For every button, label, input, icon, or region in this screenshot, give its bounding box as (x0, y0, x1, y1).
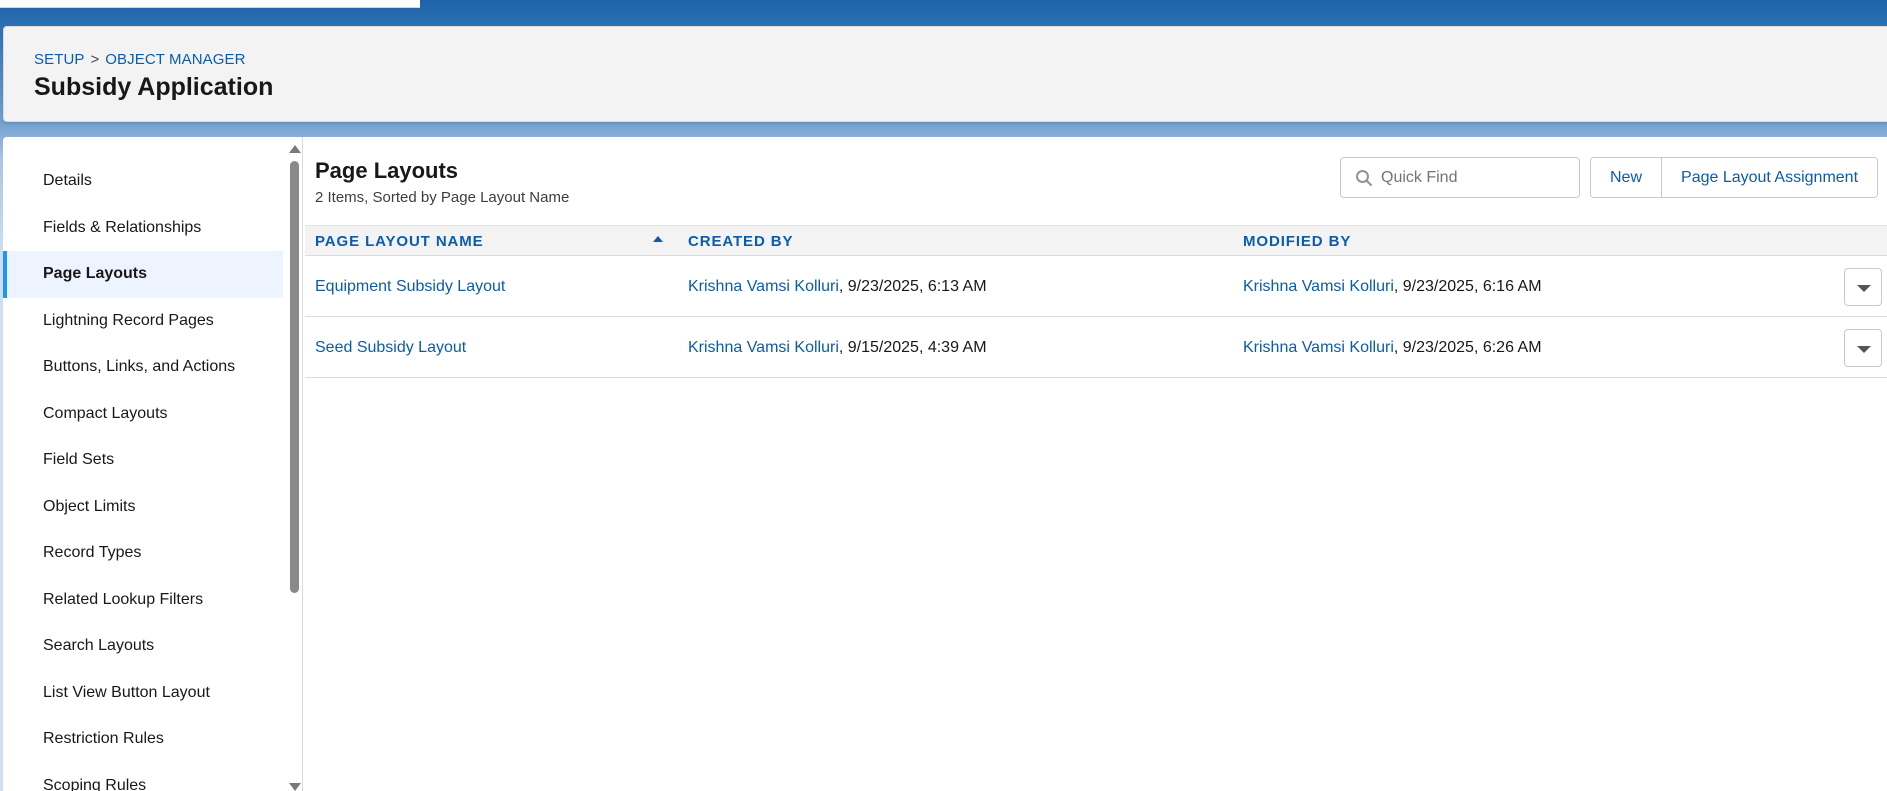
chevron-down-icon (1857, 346, 1871, 353)
section-title: Page Layouts (315, 158, 459, 183)
sidebar-item-field-sets[interactable]: Field Sets (3, 437, 283, 484)
created-by-user-link[interactable]: Krishna Vamsi Kolluri (688, 278, 839, 295)
breadcrumb-setup-link[interactable]: SETUP (34, 51, 85, 68)
modified-by-user-link[interactable]: Krishna Vamsi Kolluri (1243, 339, 1394, 356)
sidebar-item-record-types[interactable]: Record Types (3, 530, 283, 577)
sidebar-item-restriction-rules[interactable]: Restriction Rules (3, 716, 283, 763)
created-by-user-link[interactable]: Krishna Vamsi Kolluri (688, 339, 839, 356)
scroll-thumb[interactable] (290, 161, 299, 593)
modified-by-cell: Krishna Vamsi Kolluri, 9/23/2025, 6:26 A… (1243, 317, 1542, 378)
layout-name-link[interactable]: Seed Subsidy Layout (315, 339, 466, 356)
sidebar-item-compact-layouts[interactable]: Compact Layouts (3, 391, 283, 438)
sidebar-list: Details Fields & Relationships Page Layo… (3, 137, 302, 791)
breadcrumb-separator: > (90, 51, 100, 68)
content-card: Details Fields & Relationships Page Layo… (3, 137, 1887, 791)
layout-name-cell: Equipment Subsidy Layout (315, 256, 505, 317)
breadcrumb: SETUP > OBJECT MANAGER (34, 51, 246, 68)
created-date: , 9/15/2025, 4:39 AM (838, 339, 987, 356)
browser-top-strip (0, 0, 420, 8)
header-button-group: New Page Layout Assignment (1590, 157, 1879, 198)
new-button[interactable]: New (1591, 158, 1662, 197)
sidebar-item-scoping-rules[interactable]: Scoping Rules (3, 763, 283, 791)
quick-find-box[interactable] (1340, 157, 1580, 198)
sidebar-item-related-lookup-filters[interactable]: Related Lookup Filters (3, 577, 283, 624)
sidebar-item-lightning-record-pages[interactable]: Lightning Record Pages (3, 298, 283, 345)
sidebar-scrollbar[interactable] (286, 137, 302, 791)
search-icon (1355, 169, 1373, 187)
quick-find-input[interactable] (1381, 168, 1561, 187)
row-actions-button[interactable] (1844, 268, 1882, 306)
layout-name-link[interactable]: Equipment Subsidy Layout (315, 278, 505, 295)
page-layouts-panel: Page Layouts 2 Items, Sorted by Page Lay… (305, 137, 1887, 791)
layout-name-cell: Seed Subsidy Layout (315, 317, 466, 378)
created-date: , 9/23/2025, 6:13 AM (838, 278, 987, 295)
item-count-summary: 2 Items, Sorted by Page Layout Name (315, 189, 570, 206)
sidebar-item-object-limits[interactable]: Object Limits (3, 484, 283, 531)
page-title: Subsidy Application (34, 73, 274, 101)
sidebar-item-details[interactable]: Details (3, 158, 283, 205)
modified-date: , 9/23/2025, 6:16 AM (1393, 278, 1542, 295)
sort-ascending-icon[interactable] (653, 236, 663, 242)
modified-by-user-link[interactable]: Krishna Vamsi Kolluri (1243, 278, 1394, 295)
modified-by-cell: Krishna Vamsi Kolluri, 9/23/2025, 6:16 A… (1243, 256, 1542, 317)
sidebar-item-page-layouts[interactable]: Page Layouts (3, 251, 283, 298)
chevron-down-icon (1857, 285, 1871, 292)
sidebar-item-buttons-links-actions[interactable]: Buttons, Links, and Actions (3, 344, 283, 391)
page-layouts-table: PAGE LAYOUT NAME CREATED BY MODIFIED BY … (305, 225, 1887, 378)
modified-date: , 9/23/2025, 6:26 AM (1393, 339, 1542, 356)
sidebar-item-list-view-button-layout[interactable]: List View Button Layout (3, 670, 283, 717)
column-header-modified-by[interactable]: MODIFIED BY (1243, 226, 1351, 257)
setup-page: SETUP > OBJECT MANAGER Subsidy Applicati… (0, 0, 1887, 791)
page-layout-assignment-button[interactable]: Page Layout Assignment (1661, 158, 1878, 197)
object-sidebar: Details Fields & Relationships Page Layo… (3, 137, 303, 791)
created-by-cell: Krishna Vamsi Kolluri, 9/15/2025, 4:39 A… (688, 317, 987, 378)
column-header-page-layout-name[interactable]: PAGE LAYOUT NAME (315, 226, 484, 257)
row-actions-button[interactable] (1844, 329, 1882, 367)
created-by-cell: Krishna Vamsi Kolluri, 9/23/2025, 6:13 A… (688, 256, 987, 317)
scroll-down-arrow-icon[interactable] (289, 783, 301, 791)
sidebar-item-fields-relationships[interactable]: Fields & Relationships (3, 205, 283, 252)
table-row: Equipment Subsidy Layout Krishna Vamsi K… (305, 256, 1887, 317)
column-header-created-by[interactable]: CREATED BY (688, 226, 793, 257)
object-header: SETUP > OBJECT MANAGER Subsidy Applicati… (3, 26, 1887, 122)
table-header: PAGE LAYOUT NAME CREATED BY MODIFIED BY (305, 225, 1887, 256)
breadcrumb-object-manager-link[interactable]: OBJECT MANAGER (105, 51, 245, 68)
sidebar-item-search-layouts[interactable]: Search Layouts (3, 623, 283, 670)
scroll-up-arrow-icon[interactable] (289, 145, 301, 153)
table-row: Seed Subsidy Layout Krishna Vamsi Kollur… (305, 317, 1887, 378)
